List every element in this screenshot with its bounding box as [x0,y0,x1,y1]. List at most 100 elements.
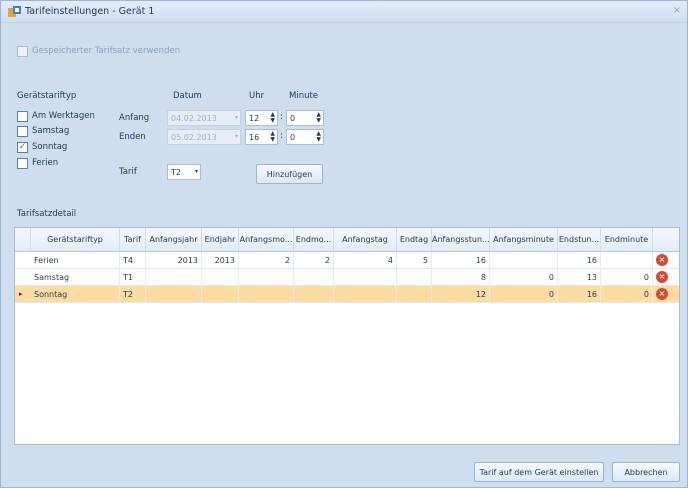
cell[interactable] [294,269,334,286]
app-icon [8,6,21,17]
col-header[interactable]: Anfangstag [334,228,397,252]
start-hour-spinner[interactable]: 12 ▲ ▼ [245,110,278,126]
cell[interactable]: 16 [558,286,601,303]
col-header[interactable]: Anfangsstun... [432,228,490,252]
samstag-label: Samstag [32,126,70,136]
cell[interactable]: Sonntag [31,286,120,303]
delete-row-icon[interactable]: × [656,254,668,266]
cell[interactable]: Ferien [31,252,120,269]
cell[interactable]: 8 [432,269,490,286]
indicator-header [15,228,31,252]
cell[interactable]: T4 [120,252,146,269]
cell[interactable]: 13 [558,269,601,286]
col-header[interactable]: Endstun... [558,228,601,252]
start-date-value: 04.02.2013 [171,114,217,123]
end-hour-value: 16 [249,133,260,142]
grid-header-row: Gerätstariftyp Tarif Anfangsjahr Endjahr… [15,228,679,252]
dropdown-arrow-icon: ▾ [194,168,198,175]
cell[interactable] [490,252,558,269]
table-row[interactable]: Samstag T1 8 0 13 0 × [15,269,679,286]
start-date-picker[interactable]: 04.02.2013 ▾ [167,110,241,126]
uhr-header: Uhr [249,91,265,101]
checkmark-icon: ✓ [18,142,27,152]
ferien-label: Ferien [32,158,59,168]
cell[interactable]: 16 [432,252,490,269]
cell[interactable]: T1 [120,269,146,286]
close-button[interactable]: × [673,5,681,16]
end-label: Enden [119,132,146,142]
ferien-checkbox[interactable] [17,158,28,169]
am-werktagen-checkbox[interactable] [17,111,28,122]
cell[interactable]: 2 [294,252,334,269]
add-button[interactable]: Hinzufügen [256,164,323,184]
device-type-header: Gerätstariftyp [17,91,77,101]
spin-arrows-icon[interactable]: ▲ ▼ [270,112,275,124]
cell[interactable] [397,269,432,286]
tariff-detail-grid[interactable]: Gerätstariftyp Tarif Anfangsjahr Endjahr… [14,227,680,445]
use-saved-checkbox[interactable] [17,46,28,57]
cell[interactable] [146,269,202,286]
dialog-window: Tarifeinstellungen - Gerät 1 × Gespeiche… [0,0,688,488]
delete-row-icon[interactable]: × [656,288,668,300]
time-separator: : [280,112,284,122]
start-minute-value: 0 [290,114,296,123]
cell[interactable] [334,269,397,286]
col-header[interactable]: Endmo... [294,228,334,252]
col-header[interactable]: Endjahr [202,228,239,252]
cell[interactable]: 16 [558,252,601,269]
spin-arrows-icon[interactable]: ▲ ▼ [316,112,321,124]
cell[interactable]: 2013 [146,252,202,269]
col-header[interactable]: Tarif [120,228,146,252]
cell[interactable] [202,286,239,303]
end-hour-spinner[interactable]: 16 ▲ ▼ [245,129,278,145]
cell[interactable]: 2 [239,252,294,269]
current-row-icon: ▸ [19,290,23,298]
col-header[interactable]: Endminute [601,228,653,252]
cell[interactable] [397,286,432,303]
cell[interactable] [202,269,239,286]
cancel-button[interactable]: Abbrechen [612,462,680,482]
start-label: Anfang [119,113,150,123]
apply-tariff-button[interactable]: Tarif auf dem Gerät einstellen [474,462,604,482]
end-minute-spinner[interactable]: 0 ▲ ▼ [286,129,324,145]
cell[interactable]: 0 [601,286,653,303]
end-minute-value: 0 [290,133,296,142]
dropdown-arrow-icon: ▾ [234,114,238,121]
cell[interactable]: 0 [601,269,653,286]
cell[interactable]: T2 [120,286,146,303]
title-bar: Tarifeinstellungen - Gerät 1 × [1,1,687,23]
cell[interactable] [334,286,397,303]
cell[interactable]: 0 [490,286,558,303]
cell[interactable]: Samstag [31,269,120,286]
cell[interactable]: 12 [432,286,490,303]
cell[interactable]: 0 [490,269,558,286]
cell[interactable] [239,286,294,303]
table-row[interactable]: Ferien T4 2013 2013 2 2 4 5 16 16 × [15,252,679,269]
cell[interactable] [294,286,334,303]
end-date-value: 05.02.2013 [171,133,217,142]
end-date-picker[interactable]: 05.02.2013 ▾ [167,129,241,145]
use-saved-label: Gespeicherter Tarifsatz verwenden [32,46,181,56]
col-header[interactable]: Gerätstariftyp [31,228,120,252]
spin-arrows-icon[interactable]: ▲ ▼ [316,131,321,143]
start-hour-value: 12 [249,114,260,123]
delete-row-icon[interactable]: × [656,271,668,283]
tariff-label: Tarif [119,167,137,177]
cell[interactable]: 2013 [202,252,239,269]
col-header[interactable]: Anfangsminute [490,228,558,252]
cell[interactable]: 4 [334,252,397,269]
cell[interactable] [601,252,653,269]
table-row-selected[interactable]: ▸ Sonntag T2 12 0 16 0 × [15,286,679,303]
cell[interactable] [146,286,202,303]
tariff-select[interactable]: T2 ▾ [167,164,201,180]
col-header[interactable]: Anfangsjahr [146,228,202,252]
cell[interactable] [239,269,294,286]
samstag-checkbox[interactable] [17,126,28,137]
col-header[interactable]: Anfangsmo... [239,228,294,252]
cell[interactable]: 5 [397,252,432,269]
col-header[interactable]: Endtag [397,228,432,252]
sonntag-checkbox[interactable]: ✓ [17,142,28,153]
start-minute-spinner[interactable]: 0 ▲ ▼ [286,110,324,126]
tariff-value: T2 [171,168,181,177]
spin-arrows-icon[interactable]: ▲ ▼ [270,131,275,143]
